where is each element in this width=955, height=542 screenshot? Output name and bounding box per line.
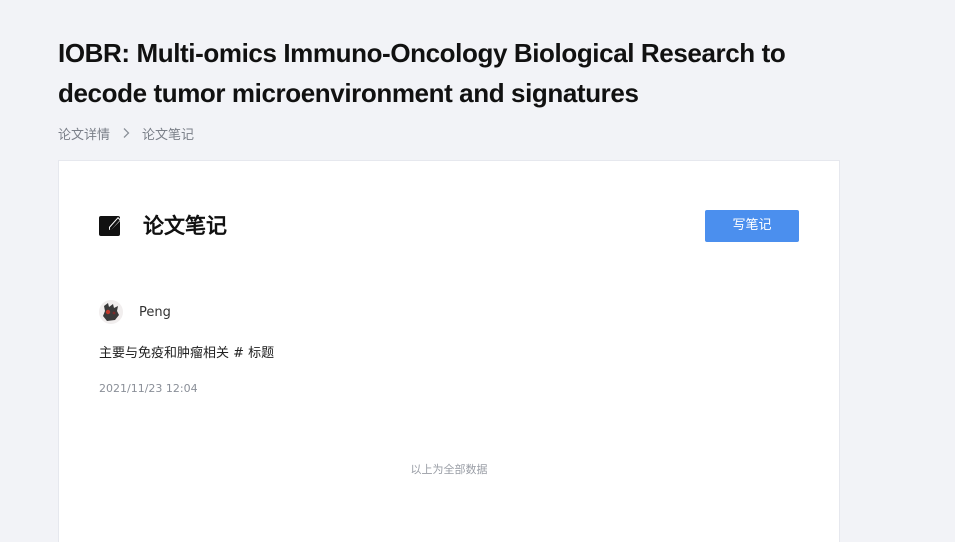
avatar[interactable] bbox=[99, 300, 123, 324]
note-content: 主要与免疫和肿瘤相关 # 标题 bbox=[99, 346, 275, 361]
write-note-button[interactable]: 写笔记 bbox=[705, 210, 799, 242]
breadcrumb-paper-details[interactable]: 论文详情 bbox=[58, 124, 110, 143]
section-title: 论文笔记 bbox=[143, 214, 227, 238]
end-of-list-text: 以上为全部数据 bbox=[410, 463, 488, 476]
chevron-right-icon bbox=[120, 127, 132, 139]
edit-note-icon bbox=[99, 214, 123, 238]
paper-title: IOBR: Multi-omics Immuno-Oncology Biolog… bbox=[58, 38, 786, 108]
notes-header: 论文笔记 写笔记 bbox=[99, 210, 799, 242]
breadcrumb-paper-notes[interactable]: 论文笔记 bbox=[142, 124, 194, 143]
notes-card: 论文笔记 写笔记 Peng 主要与免疫和肿瘤相关 # 标题 2021/11/23… bbox=[58, 160, 840, 542]
note-item: Peng 主要与免疫和肿瘤相关 # 标题 2021/11/23 12:04 bbox=[99, 299, 799, 397]
note-author-name[interactable]: Peng bbox=[139, 305, 171, 320]
breadcrumb: 论文详情 论文笔记 bbox=[58, 124, 194, 143]
page: IOBR: Multi-omics Immuno-Oncology Biolog… bbox=[0, 0, 955, 542]
note-author-row: Peng bbox=[99, 299, 799, 325]
note-timestamp: 2021/11/23 12:04 bbox=[99, 382, 198, 395]
